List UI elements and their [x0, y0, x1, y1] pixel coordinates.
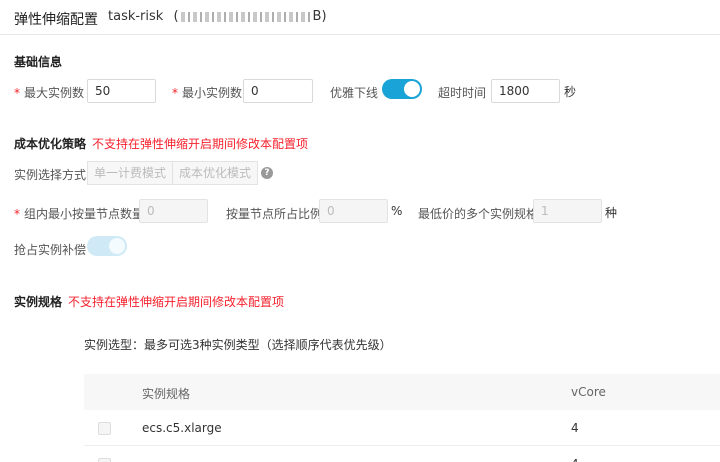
spec-section-title: 实例规格 不支持在弹性伸缩开启期间修改本配置项 — [14, 293, 284, 310]
required-mark: * — [14, 207, 20, 221]
required-mark: * — [14, 86, 20, 100]
graceful-offline-label: 优雅下线 — [330, 86, 379, 100]
timeout-unit: 秒 — [564, 85, 577, 99]
lowest-price-types-unit: 种 — [605, 206, 618, 220]
table-row[interactable]: ecs.c5.xlarge 4 — [84, 410, 720, 446]
mode-cost-optimized[interactable]: 成本优化模式 — [172, 161, 258, 185]
cluster-open-paren: ( — [173, 9, 179, 24]
spot-compensation-label: 抢占实例补偿 — [14, 243, 87, 257]
min-instances-label: * 最小实例数 — [172, 84, 242, 101]
lowest-price-types-input[interactable] — [533, 199, 602, 223]
on-demand-ratio-label: 按量节点所占比例 — [226, 207, 323, 221]
row-spec-name: ecs.c5.xlarge — [142, 421, 222, 435]
table-row[interactable]: 4 — [84, 446, 720, 462]
instance-spec-table: 实例规格 vCore ecs.c5.xlarge 4 4 — [84, 374, 720, 462]
spot-compensation-switch[interactable] — [87, 236, 127, 256]
cluster-close-paren: B) — [312, 9, 327, 24]
switch-knob — [109, 238, 125, 254]
cluster-name-text: task-risk — [108, 9, 164, 24]
lowest-price-types-label: 最低价的多个实例规格 — [418, 207, 539, 221]
column-header-vcore: vCore — [571, 385, 606, 399]
spec-warning: 不支持在弹性伸缩开启期间修改本配置项 — [68, 295, 285, 309]
cost-section-title: 成本优化策略 不支持在弹性伸缩开启期间修改本配置项 — [14, 135, 308, 152]
max-instances-input[interactable] — [87, 79, 156, 103]
mode-single-billing[interactable]: 单一计费模式 — [87, 161, 173, 185]
row-checkbox[interactable] — [98, 422, 111, 435]
max-instances-label: * 最大实例数 — [14, 84, 84, 101]
table-header: 实例规格 vCore — [84, 374, 720, 410]
spec-section-title-text: 实例规格 — [14, 295, 63, 309]
timeout-label: 超时时间 — [438, 86, 487, 100]
instance-selection-hint: 实例选型：最多可选3种实例类型（选择顺序代表优先级） — [84, 338, 392, 352]
graceful-offline-switch[interactable] — [382, 79, 422, 99]
page-title: 弹性伸缩配置 — [14, 12, 98, 28]
max-instances-label-text: 最大实例数 — [24, 86, 85, 100]
question-circle-icon[interactable]: ? — [261, 167, 273, 179]
switch-knob — [404, 81, 420, 97]
row-checkbox[interactable] — [98, 458, 111, 462]
column-header-spec: 实例规格 — [142, 387, 191, 401]
timeout-input[interactable] — [491, 79, 560, 103]
on-demand-ratio-input[interactable] — [319, 199, 388, 223]
cluster-name: task-risk ( B) — [108, 9, 327, 24]
selection-mode-label: 实例选择方式 — [14, 168, 87, 182]
row-vcore: 4 — [571, 421, 579, 435]
min-on-demand-input[interactable] — [139, 199, 208, 223]
min-instances-input[interactable] — [243, 79, 313, 103]
min-on-demand-label: * 组内最小按量节点数量 — [14, 205, 144, 222]
min-on-demand-label-text: 组内最小按量节点数量 — [24, 207, 145, 221]
redacted-cluster-id — [180, 11, 311, 22]
on-demand-ratio-unit: % — [391, 204, 403, 218]
basic-section-title: 基础信息 — [14, 55, 63, 69]
min-instances-label-text: 最小实例数 — [182, 86, 243, 100]
cost-warning: 不支持在弹性伸缩开启期间修改本配置项 — [92, 137, 309, 151]
cost-section-title-text: 成本优化策略 — [14, 137, 87, 151]
row-vcore: 4 — [571, 457, 579, 462]
required-mark: * — [172, 86, 178, 100]
page-header: 弹性伸缩配置 task-risk ( B) — [0, 0, 720, 35]
